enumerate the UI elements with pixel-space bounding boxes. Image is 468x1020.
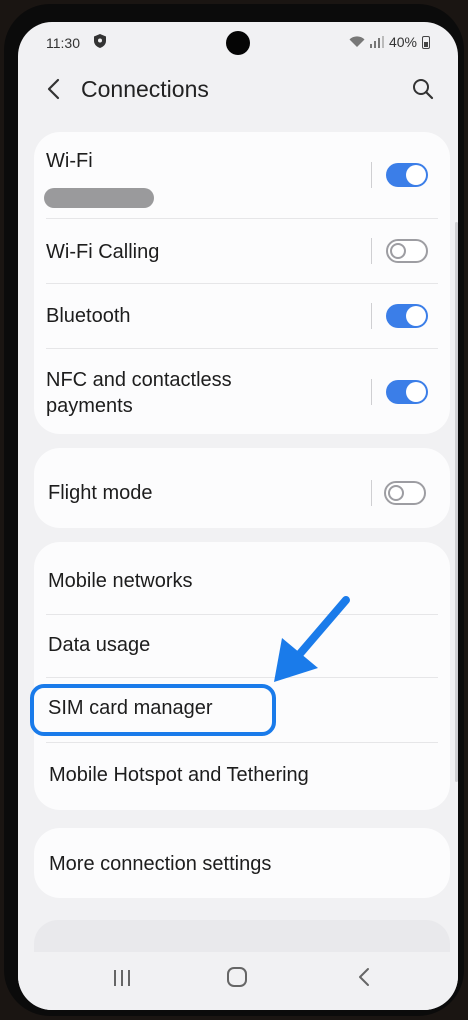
phone-frame: 11:30 40% Connections Wi-Fi Wi-Fi Callin…: [4, 4, 464, 1016]
battery-icon: [422, 35, 430, 49]
flight-mode-label: Flight mode: [48, 482, 153, 504]
wifi-calling-toggle[interactable]: [386, 239, 428, 263]
flight-mode-toggle[interactable]: [384, 481, 426, 505]
back-arrow-icon[interactable]: [40, 74, 70, 104]
more-connection-settings-row[interactable]: More connection settings: [34, 828, 450, 898]
scrollbar[interactable]: [455, 222, 458, 782]
divider-vertical: [371, 303, 372, 329]
wifi-label: Wi-Fi: [46, 150, 93, 172]
data-usage-row[interactable]: Data usage: [34, 615, 450, 679]
back-icon[interactable]: [354, 966, 374, 988]
nfc-toggle[interactable]: [386, 380, 428, 404]
shield-icon: [94, 34, 106, 48]
mobile-networks-row[interactable]: Mobile networks: [34, 542, 450, 608]
mobile-networks-label: Mobile networks: [48, 570, 193, 592]
divider-vertical: [371, 480, 372, 506]
flight-card: Flight mode: [34, 448, 450, 528]
front-camera: [226, 31, 250, 55]
navigation-bar: [18, 952, 458, 1010]
search-icon[interactable]: [410, 76, 436, 102]
bluetooth-label: Bluetooth: [46, 305, 131, 327]
home-icon[interactable]: [226, 966, 248, 988]
status-icons: 40%: [349, 34, 430, 50]
signal-icon: [369, 36, 384, 48]
wifi-row[interactable]: Wi-Fi: [34, 132, 450, 218]
highlight-box: [30, 684, 276, 736]
more-card: More connection settings: [34, 828, 450, 898]
app-bar: Connections: [18, 70, 458, 110]
pointer-arrow-icon: [274, 596, 350, 682]
divider-vertical: [371, 379, 372, 405]
nfc-label-line2: payments: [46, 395, 133, 417]
wifi-calling-label: Wi-Fi Calling: [46, 241, 160, 263]
recent-apps-icon[interactable]: [110, 968, 134, 988]
wireless-card: Wi-Fi Wi-Fi Calling Bluetooth NFC and co…: [34, 132, 450, 434]
wifi-icon: [349, 36, 365, 47]
mobile-hotspot-label: Mobile Hotspot and Tethering: [49, 764, 309, 786]
wifi-toggle[interactable]: [386, 163, 428, 187]
divider-vertical: [371, 238, 372, 264]
wifi-calling-row[interactable]: Wi-Fi Calling: [34, 219, 450, 283]
bluetooth-row[interactable]: Bluetooth: [34, 284, 450, 348]
screen: 11:30 40% Connections Wi-Fi Wi-Fi Callin…: [18, 22, 458, 1010]
bluetooth-toggle[interactable]: [386, 304, 428, 328]
battery-percentage: 40%: [388, 34, 417, 50]
mobile-hotspot-row[interactable]: Mobile Hotspot and Tethering: [34, 743, 450, 809]
more-connection-settings-label: More connection settings: [49, 853, 272, 875]
nfc-label-line1: NFC and contactless: [46, 369, 232, 391]
page-title: Connections: [81, 76, 209, 102]
nfc-row[interactable]: NFC and contactless payments: [34, 349, 450, 434]
status-time: 11:30: [46, 35, 80, 51]
flight-mode-row[interactable]: Flight mode: [34, 448, 450, 528]
networks-card: Mobile networks Data usage SIM card mana…: [34, 542, 450, 810]
redacted-network-name: [44, 188, 154, 208]
data-usage-label: Data usage: [48, 634, 151, 656]
divider-vertical: [371, 162, 372, 188]
